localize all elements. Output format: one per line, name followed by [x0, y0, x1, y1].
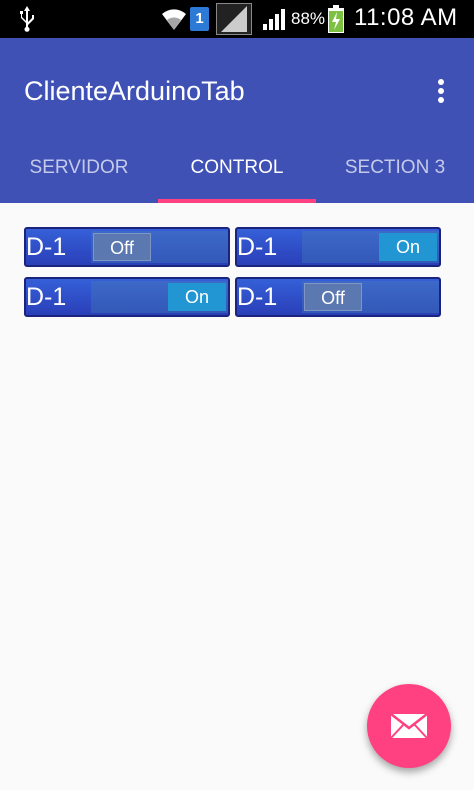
pin-switch[interactable]: Off	[91, 231, 228, 263]
signal-strength-icon	[263, 9, 285, 30]
battery-charging-icon	[328, 5, 344, 33]
switch-thumb: On	[379, 233, 437, 261]
pin-control: D-1 Off	[235, 277, 441, 317]
battery-percent: 88%	[291, 9, 326, 28]
usb-icon	[20, 6, 34, 32]
pin-control: D-1 Off	[24, 227, 230, 267]
status-clock: 11:08 AM	[354, 4, 458, 31]
switch-thumb: Off	[304, 283, 362, 311]
pin-control: D-1 On	[24, 277, 230, 317]
sim-slot-badge: 1	[190, 7, 209, 31]
tab-section-3[interactable]: SECTION 3	[316, 143, 474, 203]
compose-mail-fab[interactable]	[367, 684, 451, 768]
overflow-menu-icon[interactable]	[428, 76, 454, 108]
mail-icon	[390, 713, 428, 739]
pin-switch[interactable]: On	[91, 281, 228, 313]
tab-bar: SERVIDOR CONTROL SECTION 3	[0, 143, 474, 203]
tab-servidor[interactable]: SERVIDOR	[0, 143, 158, 203]
signal-icon	[216, 3, 252, 35]
pin-switch[interactable]: On	[302, 231, 439, 263]
pin-label: D-1	[26, 283, 67, 311]
pin-switch[interactable]: Off	[302, 281, 439, 313]
app-title: ClienteArduinoTab	[24, 76, 245, 106]
pin-label: D-1	[26, 233, 67, 261]
pin-label: D-1	[237, 233, 278, 261]
switch-thumb: On	[168, 283, 226, 311]
wifi-icon	[162, 9, 186, 30]
pin-label: D-1	[237, 283, 278, 311]
switch-thumb: Off	[93, 233, 151, 261]
tab-control[interactable]: CONTROL	[158, 143, 316, 203]
app-bar: ClienteArduinoTab SERVIDOR CONTROL SECTI…	[0, 38, 474, 203]
pin-control: D-1 On	[235, 227, 441, 267]
status-bar: 1 88% 11:08 AM	[0, 0, 474, 38]
